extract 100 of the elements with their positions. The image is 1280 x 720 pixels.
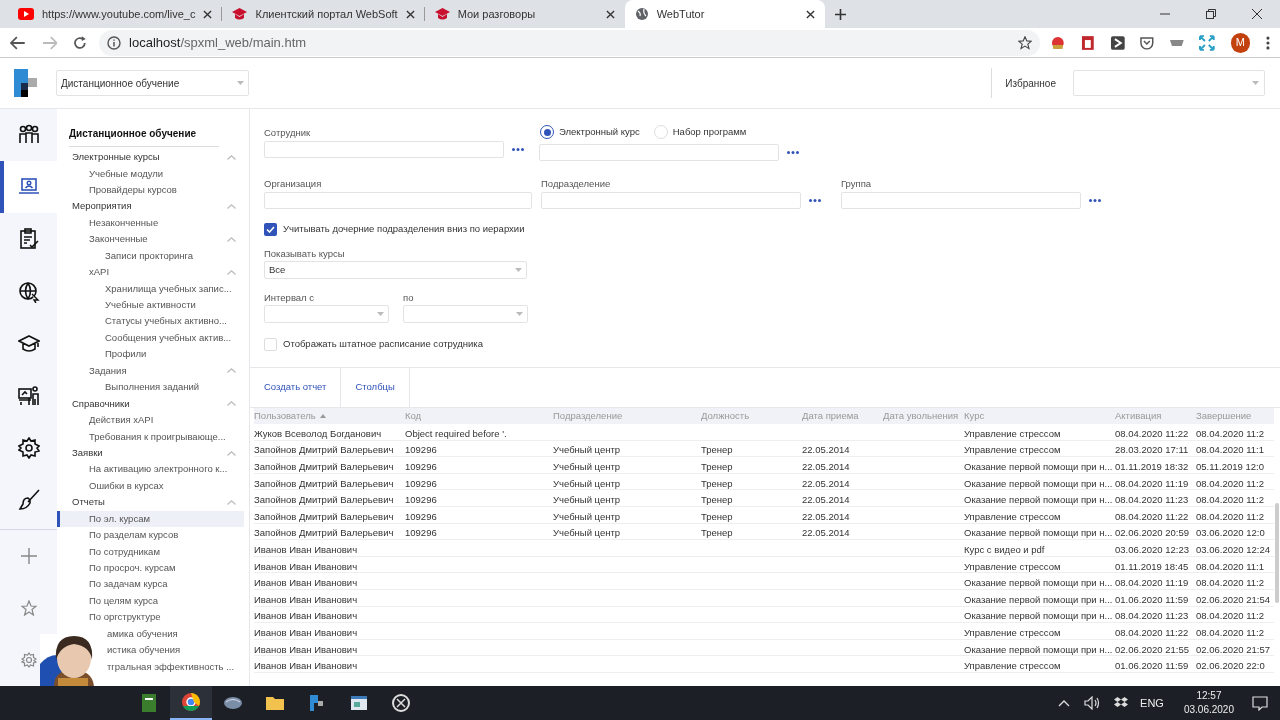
table-cell: Учебный центр <box>553 510 621 522</box>
browser-tab[interactable]: https://www.youtube.com/live_c <box>8 0 223 28</box>
scrollbar-thumb[interactable] <box>1275 503 1279 603</box>
extension-icon[interactable] <box>1050 34 1067 51</box>
sidebar-item[interactable]: Учебные активности <box>57 296 244 314</box>
checkbox-option[interactable]: Учитывать дочерние подразделения вниз по иерархии <box>264 222 1280 237</box>
input-field[interactable] <box>841 192 1081 209</box>
input-field[interactable] <box>541 192 801 209</box>
more-icon[interactable] <box>1266 35 1271 50</box>
address-bar[interactable]: localhost/spxml_web/main.htm <box>99 29 1041 56</box>
close-icon[interactable] <box>405 9 415 19</box>
chevron-up-icon[interactable] <box>1058 699 1071 707</box>
browser-tab[interactable]: WebTutor <box>624 0 825 28</box>
sidebar-item[interactable]: Требования к проигрывающе... <box>57 428 244 445</box>
sidebar-item[interactable]: По просроч. курсам <box>57 559 244 577</box>
sidebar-item[interactable]: По задачам курса <box>57 576 244 593</box>
clock[interactable]: 12:57 03.06.2020 <box>1183 689 1234 717</box>
profile-avatar[interactable]: M <box>1230 32 1251 53</box>
sidebar-item[interactable]: По разделам курсов <box>57 527 244 544</box>
sidebar-item[interactable]: Провайдеры курсов <box>57 181 244 199</box>
more-icon[interactable] <box>809 199 821 202</box>
sidebar-item[interactable]: Хранилища учебных запис... <box>57 280 244 297</box>
browser-tab[interactable]: Мои разговоры <box>424 0 625 28</box>
sidebar-item[interactable]: Незаконченные <box>57 214 244 232</box>
sidebar-item[interactable]: xAPI <box>57 264 244 281</box>
browser-tab[interactable]: Клиентский портал WebSoft <box>222 0 425 28</box>
notification-icon[interactable] <box>1252 695 1268 711</box>
table-cell: 02.06.2020 21:55 <box>1115 643 1189 655</box>
star-icon[interactable] <box>20 599 37 616</box>
table-cell: 05.11.2019 12:0 <box>1196 461 1264 472</box>
sidebar-item[interactable]: Записи прокторинга <box>57 247 244 265</box>
box-icon[interactable] <box>1114 697 1129 709</box>
sidebar-item[interactable]: Действия xAPI <box>57 412 244 429</box>
more-icon[interactable] <box>512 148 524 151</box>
checkbox-option[interactable]: Отображать штатное расписание сотрудника <box>264 337 1280 352</box>
table-cell: Оказание первой помощи при н... <box>964 643 1113 655</box>
sidebar-item[interactable]: Профили <box>57 346 244 363</box>
star-icon[interactable] <box>1018 35 1033 50</box>
graduation-cap-icon <box>434 7 450 21</box>
chevron-up-icon <box>227 401 236 407</box>
close-icon[interactable] <box>805 9 815 19</box>
reload-icon[interactable] <box>73 35 88 50</box>
close-icon[interactable] <box>605 9 615 19</box>
shield-icon[interactable] <box>1139 34 1156 51</box>
globe-icon <box>634 7 649 21</box>
sidebar-item[interactable]: Ошибки в курсах <box>57 477 244 495</box>
table-cell: 08.04.2020 11:22 <box>1115 626 1189 638</box>
sidebar-item[interactable]: Сообщения учебных актив... <box>57 329 244 347</box>
table-cell: Оказание первой помощи при н... <box>964 527 1113 539</box>
action-button[interactable]: Создать отчет <box>250 368 342 407</box>
sidebar-item[interactable]: По оргструктуре <box>57 609 244 626</box>
table-cell: 22.05.2014 <box>802 527 850 539</box>
extension-icon[interactable] <box>1080 34 1096 51</box>
sidebar-item[interactable]: Мероприятия <box>57 198 244 215</box>
sidebar-item[interactable]: По эл. курсам <box>57 510 244 528</box>
extension-icon[interactable] <box>1109 34 1126 51</box>
sidebar-item[interactable]: амика обучения <box>107 625 244 643</box>
table-cell: Тренер <box>701 494 733 506</box>
sidebar-item[interactable]: Статусы учебных активно... <box>57 313 244 330</box>
input-field[interactable] <box>539 144 779 161</box>
action-button[interactable]: Столбцы <box>341 368 410 407</box>
circle-icon[interactable] <box>181 692 201 712</box>
sidebar-item[interactable]: По сотрудникам <box>57 543 244 560</box>
select-field[interactable]: Все <box>264 261 527 280</box>
radio-option[interactable]: Электронный курс <box>540 124 640 140</box>
back-icon[interactable] <box>10 35 26 50</box>
sidebar-item[interactable]: Заявки <box>57 444 244 462</box>
input-field[interactable] <box>264 192 532 209</box>
radio-option[interactable]: Набор программ <box>653 124 747 140</box>
table-cell: Тренер <box>701 527 733 539</box>
module-select[interactable]: Дистанционное обучение <box>56 70 249 96</box>
more-icon[interactable] <box>1089 199 1101 202</box>
input-field[interactable] <box>264 141 504 158</box>
language-indicator[interactable]: ENG <box>1140 694 1164 712</box>
sidebar-item[interactable]: По целям курса <box>57 592 244 610</box>
field-label: Группа <box>841 177 873 189</box>
speaker-icon[interactable] <box>1084 696 1101 710</box>
window-icon[interactable] <box>349 693 369 713</box>
close-icon[interactable] <box>203 9 213 19</box>
sidebar-item[interactable]: Задания <box>57 362 244 380</box>
sidebar-item[interactable]: истика обучения <box>107 642 244 659</box>
table-cell: Учебный центр <box>553 461 621 472</box>
sidebar-item[interactable]: тгральная эффективность ... <box>107 658 244 675</box>
sidebar-item[interactable]: Отчеты <box>57 494 244 511</box>
document-icon[interactable] <box>139 693 159 713</box>
settings-icon[interactable] <box>20 651 37 668</box>
select-field[interactable] <box>264 305 389 324</box>
ring-icon[interactable] <box>391 693 411 713</box>
sidebar-item[interactable]: Справочники <box>57 395 244 412</box>
expand-icon[interactable] <box>1198 34 1215 51</box>
nav-rail-item[interactable] <box>0 161 57 214</box>
sidebar-item[interactable]: Электронные курсы <box>57 149 244 166</box>
more-icon[interactable] <box>787 151 799 154</box>
sidebar-item[interactable]: На активацию электронного к... <box>57 461 244 478</box>
sidebar-item[interactable]: Законченные <box>57 231 244 248</box>
table-cell: 08.04.2020 11:19 <box>1115 477 1189 489</box>
sidebar-item[interactable]: Выполнения заданий <box>57 379 244 396</box>
new-tab-icon[interactable] <box>834 8 846 20</box>
sidebar-item[interactable]: Учебные модули <box>57 165 244 182</box>
select-field[interactable] <box>403 305 528 324</box>
